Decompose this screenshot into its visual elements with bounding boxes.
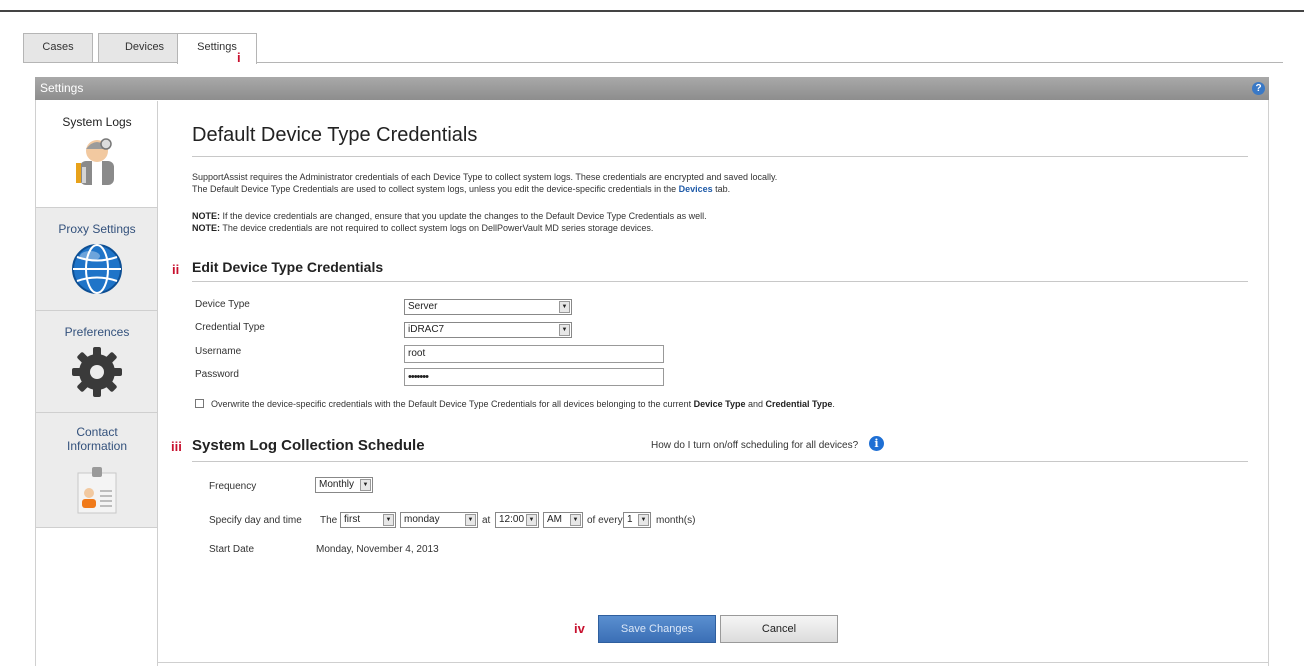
tab-settings[interactable]: Settings [177,33,257,64]
note-2: The device credentials are not required … [222,223,654,233]
credential-type-label: Credential Type [195,322,265,333]
credential-type-select[interactable]: iDRAC7 ▼ [404,322,572,338]
intro-line-1: SupportAssist requires the Administrator… [192,172,778,182]
edit-section-divider [192,281,1248,282]
day-time-label: Specify day and time [209,515,302,526]
note-label: NOTE: [192,211,220,221]
overwrite-credential-type: Credential Type [765,399,833,409]
chevron-down-icon: ▼ [559,301,570,313]
chevron-down-icon: ▼ [526,514,537,526]
frequency-value: Monthly [319,479,355,490]
title-divider [192,156,1248,157]
overwrite-and: and [747,399,764,409]
chevron-down-icon: ▼ [360,479,371,491]
annotation-marker-ii: ii [172,262,180,277]
sidebar-item-label: Contact Information [66,425,128,453]
schedule-section-divider [192,461,1248,462]
globe-icon [72,244,122,294]
scheduling-help-link[interactable]: How do I turn on/off scheduling for all … [651,440,858,451]
technician-icon [76,138,114,185]
frequency-label: Frequency [209,481,257,492]
settings-header-title: Settings [40,81,84,95]
info-icon[interactable]: i [869,436,884,451]
chevron-down-icon: ▼ [559,324,570,336]
devices-tab-link[interactable]: Devices [679,184,713,194]
device-type-label: Device Type [195,299,250,310]
interval-select[interactable]: 1 ▼ [623,512,651,528]
chevron-down-icon: ▼ [383,514,394,526]
cancel-button[interactable]: Cancel [720,615,838,643]
sidebar-item-label: Proxy Settings [58,222,136,236]
start-date-label: Start Date [209,544,255,555]
annotation-marker-iv: iv [574,621,585,636]
the-label: The [320,515,338,526]
contact-card-icon [77,467,117,514]
weekday-value: monday [404,514,440,525]
sidebar-item-label: System Logs [62,115,132,129]
password-input[interactable]: ••••••• [404,368,664,386]
note-label: NOTE: [192,223,220,233]
overwrite-period: . [832,399,835,409]
ordinal-value: first [344,514,361,525]
schedule-heading: System Log Collection Schedule [192,437,425,454]
password-label: Password [195,369,239,380]
notes: NOTE: If the device credentials are chan… [192,210,707,234]
annotation-marker-i: i [237,50,241,65]
intro-text: SupportAssist requires the Administrator… [192,171,777,195]
overwrite-device-type: Device Type [693,399,746,409]
ampm-value: AM [547,514,562,525]
time-value: 12:00 [499,514,525,525]
start-date-value: Monday, November 4, 2013 [316,544,439,555]
device-type-select[interactable]: Server ▼ [404,299,572,315]
sidebar-item-label: Preferences [64,325,130,339]
intro-line-2-end: tab. [715,184,731,194]
device-type-value: Server [408,301,438,312]
of-every-label: of every [587,515,623,526]
sidebar-item-preferences[interactable]: Preferences [36,311,158,413]
frequency-select[interactable]: Monthly ▼ [315,477,373,493]
sidebar-item-proxy-settings[interactable]: Proxy Settings [36,208,158,311]
at-label: at [482,515,491,526]
content-bottom-border [157,662,1269,663]
overwrite-label: Overwrite the device-specific credential… [211,398,835,410]
weekday-select[interactable]: monday ▼ [400,512,478,528]
save-changes-button[interactable]: Save Changes [598,615,716,643]
intro-line-2: The Default Device Type Credentials are … [192,184,677,194]
interval-value: 1 [627,514,633,525]
edit-credentials-heading: Edit Device Type Credentials [192,259,384,275]
gear-icon [72,347,122,397]
overwrite-checkbox[interactable] [195,399,204,408]
username-input[interactable]: root [404,345,664,363]
top-border [0,10,1304,12]
page-title: Default Device Type Credentials [192,124,478,146]
months-label: month(s) [656,515,696,526]
sidebar-item-contact-information[interactable]: Contact Information [36,413,158,528]
overwrite-text: Overwrite the device-specific credential… [211,399,692,409]
settings-header-bar: Settings ? [35,77,1269,100]
chevron-down-icon: ▼ [638,514,649,526]
tab-cases[interactable]: Cases [23,33,93,63]
time-select[interactable]: 12:00 ▼ [495,512,539,528]
chevron-down-icon: ▼ [465,514,476,526]
chevron-down-icon: ▼ [570,514,581,526]
username-label: Username [195,346,242,357]
credential-type-value: iDRAC7 [408,324,445,335]
sidebar-item-system-logs[interactable]: System Logs [36,101,158,208]
ampm-select[interactable]: AM ▼ [543,512,583,528]
note-1: If the device credentials are changed, e… [222,211,707,221]
help-icon[interactable]: ? [1252,82,1265,95]
content-left-border [157,101,158,666]
annotation-marker-iii: iii [171,439,182,454]
ordinal-select[interactable]: first ▼ [340,512,396,528]
